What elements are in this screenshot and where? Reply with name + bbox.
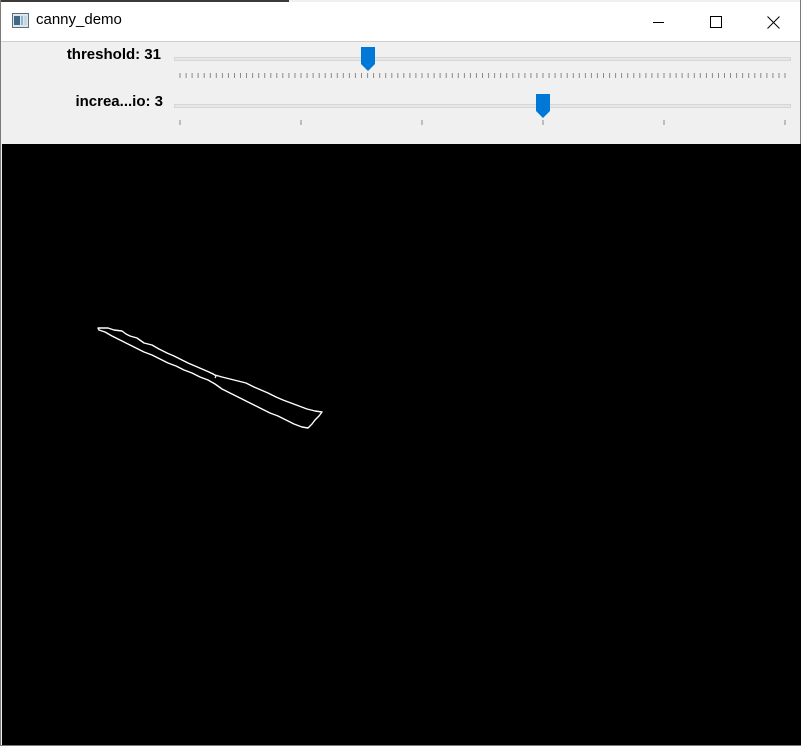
threshold-track[interactable] [174, 57, 791, 61]
edge-contour [97, 327, 323, 429]
minimize-icon [653, 22, 664, 23]
title-bar[interactable]: canny_demo [1, 2, 800, 41]
app-window: canny_demo threshold: 31 increa...io: 3 [0, 0, 801, 746]
increase-ratio-tick-marks [179, 120, 786, 125]
canny-edge-image [97, 327, 323, 429]
window-title: canny_demo [36, 11, 122, 28]
close-icon [767, 16, 780, 29]
increase-ratio-slider-thumb[interactable] [536, 94, 550, 118]
close-button[interactable] [744, 2, 802, 40]
threshold-label: threshold: 31 [66, 46, 161, 63]
maximize-button[interactable] [687, 2, 745, 40]
threshold-tick-marks [179, 73, 786, 78]
opencv-window-icon [12, 13, 29, 28]
threshold-slider-thumb[interactable] [361, 47, 375, 71]
increase-ratio-track[interactable] [174, 104, 791, 108]
minimize-button[interactable] [629, 2, 687, 40]
maximize-icon [710, 16, 722, 28]
increase-ratio-label: increa...io: 3 [75, 93, 163, 110]
trackbar-panel: threshold: 31 increa...io: 3 [1, 41, 800, 144]
image-display [2, 144, 801, 745]
